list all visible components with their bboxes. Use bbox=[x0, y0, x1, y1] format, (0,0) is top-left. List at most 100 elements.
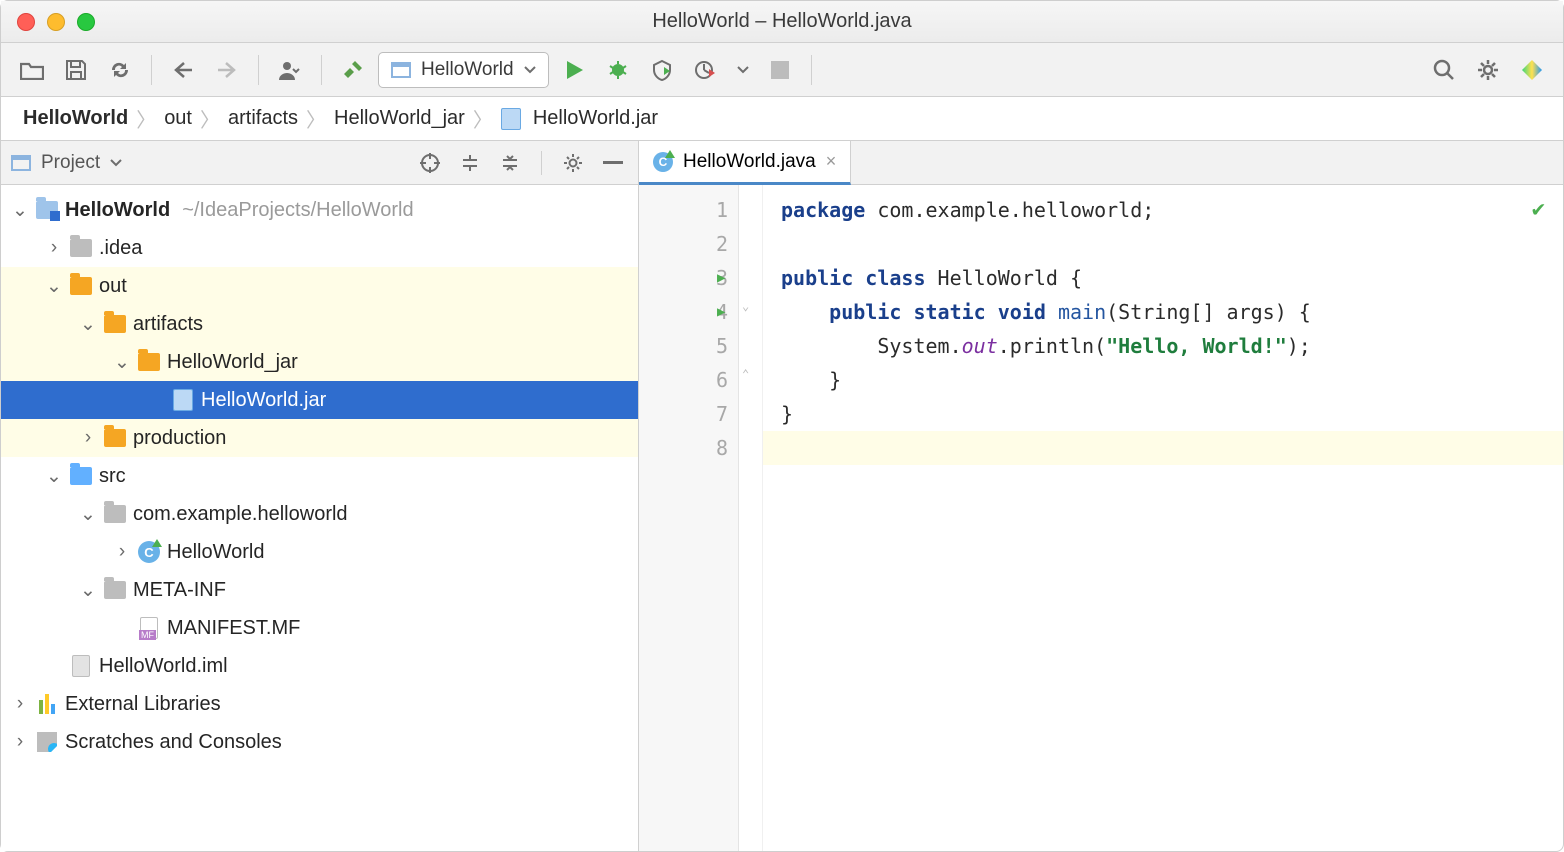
debug-icon[interactable] bbox=[599, 51, 637, 89]
save-icon[interactable] bbox=[57, 51, 95, 89]
run-icon[interactable] bbox=[555, 51, 593, 89]
tree-item-idea[interactable]: › .idea bbox=[1, 229, 638, 267]
user-icon[interactable] bbox=[271, 51, 309, 89]
chevron-right-icon: 〉 bbox=[473, 104, 493, 133]
breadcrumb: HelloWorld 〉 out 〉 artifacts 〉 HelloWorl… bbox=[1, 97, 1563, 141]
back-icon[interactable] bbox=[164, 51, 202, 89]
open-icon[interactable] bbox=[13, 51, 51, 89]
fold-gutter: ⌄ ⌃ bbox=[739, 185, 763, 851]
chevron-down-icon[interactable]: ⌄ bbox=[45, 465, 63, 488]
separator bbox=[811, 55, 812, 85]
run-config-selector[interactable]: HelloWorld bbox=[378, 52, 549, 88]
tree-item-production[interactable]: › production bbox=[1, 419, 638, 457]
profile-icon[interactable] bbox=[687, 51, 725, 89]
zoom-window-button[interactable] bbox=[77, 13, 95, 31]
tree-root[interactable]: ⌄ HelloWorld ~/IdeaProjects/HelloWorld bbox=[1, 191, 638, 229]
chevron-right-icon[interactable]: › bbox=[11, 693, 29, 715]
tree-item-out[interactable]: ⌄ out bbox=[1, 267, 638, 305]
libraries-icon bbox=[39, 694, 55, 714]
inspection-ok-icon[interactable]: ✔ bbox=[1532, 197, 1545, 222]
separator bbox=[151, 55, 152, 85]
chevron-down-icon[interactable]: ⌄ bbox=[79, 503, 97, 526]
settings-icon[interactable] bbox=[1469, 51, 1507, 89]
chevron-down-icon[interactable] bbox=[110, 159, 122, 167]
chevron-right-icon[interactable]: › bbox=[113, 541, 131, 563]
chevron-down-icon[interactable]: ⌄ bbox=[79, 313, 97, 336]
crumb-jar-folder[interactable]: HelloWorld_jar bbox=[326, 105, 473, 132]
jetbrains-icon[interactable] bbox=[1513, 51, 1551, 89]
search-icon[interactable] bbox=[1425, 51, 1463, 89]
tree-item-manifest[interactable]: MANIFEST.MF bbox=[1, 609, 638, 647]
line-gutter: 1 2 3▶ 4▶ 5 6 7 8 bbox=[639, 185, 739, 851]
project-tree: ⌄ HelloWorld ~/IdeaProjects/HelloWorld ›… bbox=[1, 185, 638, 851]
run-gutter-icon[interactable]: ▶ bbox=[717, 295, 725, 329]
chevron-right-icon: 〉 bbox=[306, 104, 326, 133]
editor-tabbar: C HelloWorld.java × bbox=[639, 141, 1563, 185]
tree-item-metainf[interactable]: ⌄ META-INF bbox=[1, 571, 638, 609]
separator bbox=[258, 55, 259, 85]
chevron-down-icon[interactable]: ⌄ bbox=[79, 579, 97, 602]
folder-icon bbox=[104, 581, 126, 599]
gear-icon[interactable] bbox=[558, 148, 588, 178]
tab-label: HelloWorld.java bbox=[683, 151, 816, 173]
fold-icon[interactable]: ⌃ bbox=[742, 367, 749, 381]
target-icon[interactable] bbox=[415, 148, 445, 178]
folder-icon bbox=[104, 429, 126, 447]
jar-icon bbox=[173, 389, 193, 411]
forward-icon[interactable] bbox=[208, 51, 246, 89]
chevron-down-icon[interactable]: ⌄ bbox=[11, 199, 29, 222]
titlebar: HelloWorld – HelloWorld.java bbox=[1, 1, 1563, 43]
run-gutter-icon[interactable]: ▶ bbox=[717, 261, 725, 295]
tree-item-artifacts[interactable]: ⌄ artifacts bbox=[1, 305, 638, 343]
minimize-window-button[interactable] bbox=[47, 13, 65, 31]
class-icon: C bbox=[653, 152, 673, 172]
package-icon bbox=[104, 505, 126, 523]
tree-item-iml[interactable]: HelloWorld.iml bbox=[1, 647, 638, 685]
window-title: HelloWorld – HelloWorld.java bbox=[652, 10, 911, 33]
sidebar-header: Project bbox=[1, 141, 638, 185]
minimize-icon[interactable] bbox=[598, 148, 628, 178]
fold-icon[interactable]: ⌄ bbox=[742, 299, 749, 313]
folder-icon bbox=[70, 277, 92, 295]
chevron-right-icon: 〉 bbox=[200, 104, 220, 133]
collapse-all-icon[interactable] bbox=[495, 148, 525, 178]
crumb-jar-file[interactable]: HelloWorld.jar bbox=[493, 105, 666, 132]
folder-icon bbox=[70, 239, 92, 257]
file-icon bbox=[72, 655, 90, 677]
sidebar-title[interactable]: Project bbox=[41, 152, 100, 174]
main-toolbar: HelloWorld bbox=[1, 43, 1563, 97]
run-config-label: HelloWorld bbox=[421, 59, 514, 81]
chevron-right-icon[interactable]: › bbox=[79, 427, 97, 449]
stop-icon[interactable] bbox=[761, 51, 799, 89]
chevron-right-icon[interactable]: › bbox=[45, 237, 63, 259]
build-icon[interactable] bbox=[334, 51, 372, 89]
crumb-project[interactable]: HelloWorld bbox=[15, 105, 136, 132]
tree-item-package[interactable]: ⌄ com.example.helloworld bbox=[1, 495, 638, 533]
crumb-out[interactable]: out bbox=[156, 105, 200, 132]
window-icon bbox=[11, 155, 31, 171]
chevron-down-icon[interactable]: ⌄ bbox=[113, 351, 131, 374]
expand-all-icon[interactable] bbox=[455, 148, 485, 178]
window-icon bbox=[391, 62, 411, 78]
tree-item-external-libs[interactable]: › External Libraries bbox=[1, 685, 638, 723]
tree-item-jar-folder[interactable]: ⌄ HelloWorld_jar bbox=[1, 343, 638, 381]
tree-item-scratches[interactable]: › Scratches and Consoles bbox=[1, 723, 638, 761]
close-window-button[interactable] bbox=[17, 13, 35, 31]
tree-item-jar-file[interactable]: HelloWorld.jar bbox=[1, 381, 638, 419]
chevron-right-icon[interactable]: › bbox=[11, 731, 29, 753]
crumb-artifacts[interactable]: artifacts bbox=[220, 105, 306, 132]
tree-item-class[interactable]: › C HelloWorld bbox=[1, 533, 638, 571]
tree-item-src[interactable]: ⌄ src bbox=[1, 457, 638, 495]
module-icon bbox=[36, 201, 58, 219]
refresh-icon[interactable] bbox=[101, 51, 139, 89]
coverage-icon[interactable] bbox=[643, 51, 681, 89]
chevron-down-icon[interactable]: ⌄ bbox=[45, 275, 63, 298]
scratch-icon bbox=[37, 732, 57, 752]
editor-tab[interactable]: C HelloWorld.java × bbox=[639, 141, 851, 185]
code-editor[interactable]: 1 2 3▶ 4▶ 5 6 7 8 ⌄ ⌃ package com.exampl… bbox=[639, 185, 1563, 851]
code-content[interactable]: package com.example.helloworld; public c… bbox=[763, 185, 1563, 851]
class-icon: C bbox=[138, 541, 160, 563]
close-tab-icon[interactable]: × bbox=[826, 151, 837, 172]
chevron-down-icon[interactable] bbox=[737, 66, 749, 74]
chevron-down-icon bbox=[524, 66, 536, 74]
